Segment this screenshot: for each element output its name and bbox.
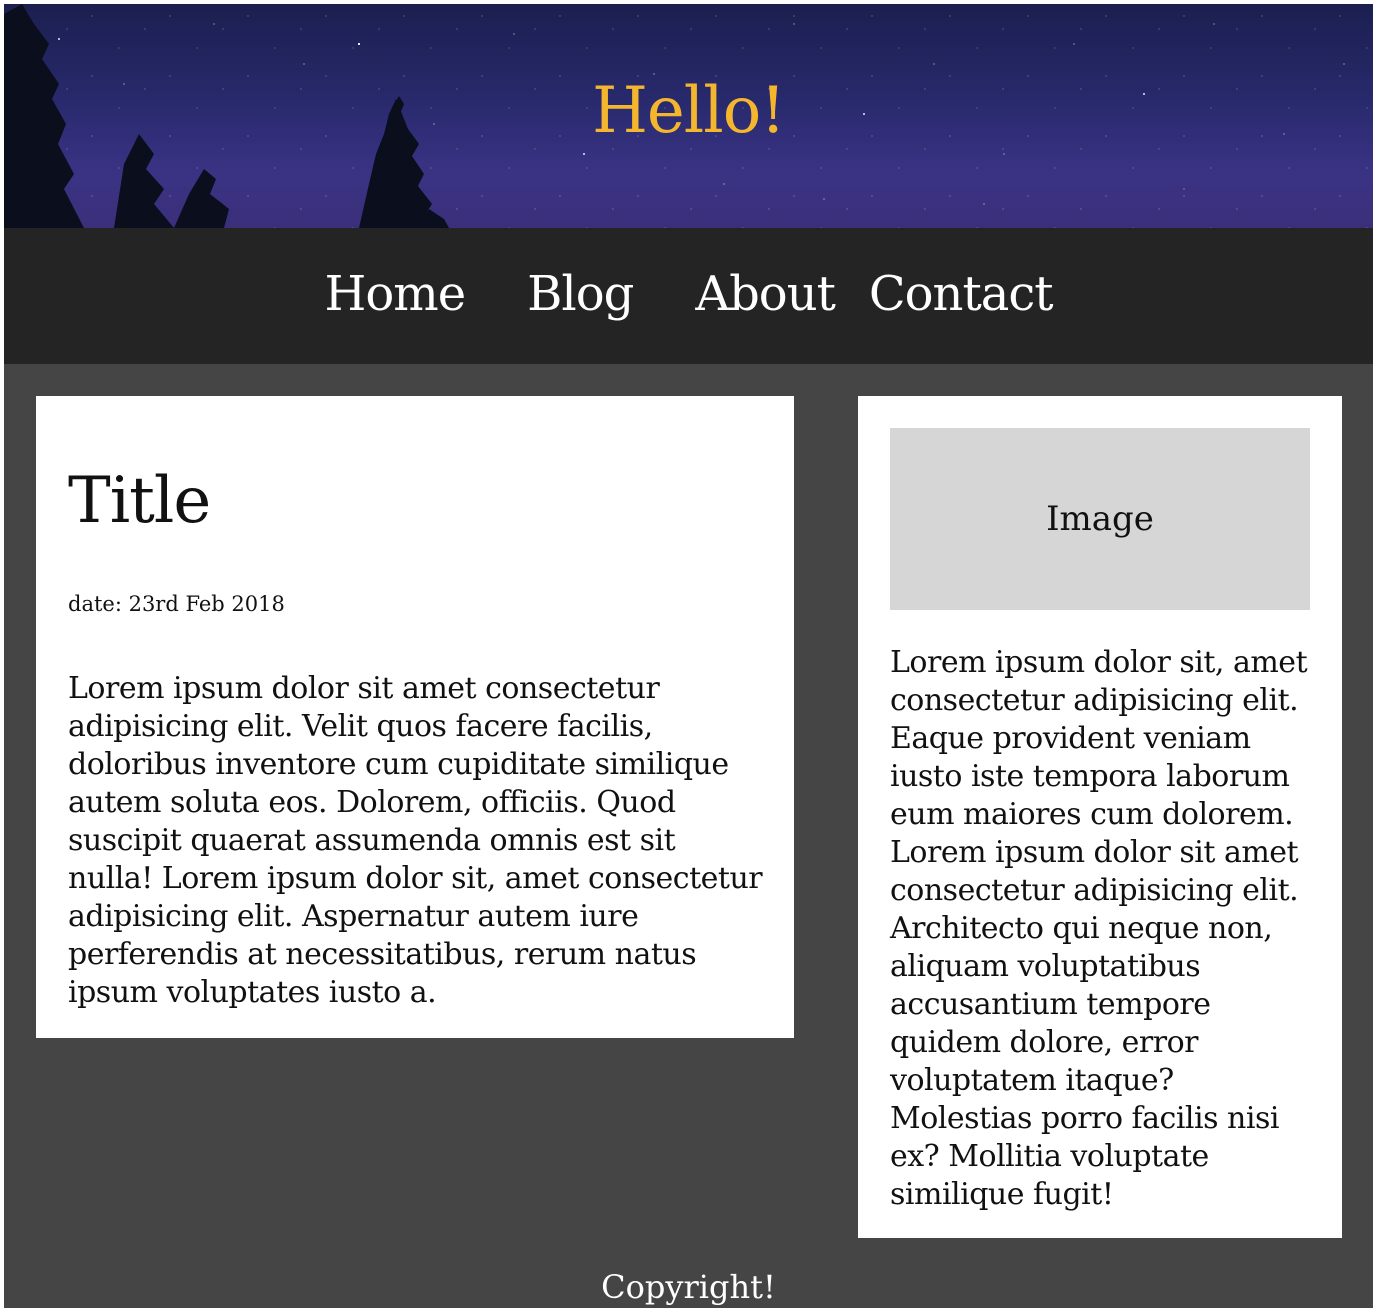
sidebar-card: Image Lorem ipsum dolor sit, amet consec… [858,396,1342,1238]
nav-contact-link[interactable]: Contact [869,266,1054,322]
header-banner: Hello! [4,4,1373,228]
image-placeholder-label: Image [1046,499,1154,539]
nav-blog-link[interactable]: Blog [527,266,634,322]
post-body: Lorem ipsum dolor sit amet consectetur a… [68,671,763,1010]
post-card: Title date: 23rd Feb 2018 Lorem ipsum do… [36,396,794,1038]
post-date: date: 23rd Feb 2018 [68,592,285,616]
main-nav: Home Blog About Contact [4,228,1373,364]
image-placeholder: Image [890,428,1310,610]
nav-about-link[interactable]: About [695,266,835,322]
nav-links: Home Blog About Contact [4,266,1373,322]
nav-home-link[interactable]: Home [324,266,466,322]
sidebar-body: Lorem ipsum dolor sit, amet consectetur … [890,645,1308,1212]
post-title: Title [68,464,211,538]
page: Hello! Home Blog About Contact Title dat… [4,4,1373,1308]
footer-copyright: Copyright! [601,1268,776,1306]
site-title: Hello! [592,74,786,148]
